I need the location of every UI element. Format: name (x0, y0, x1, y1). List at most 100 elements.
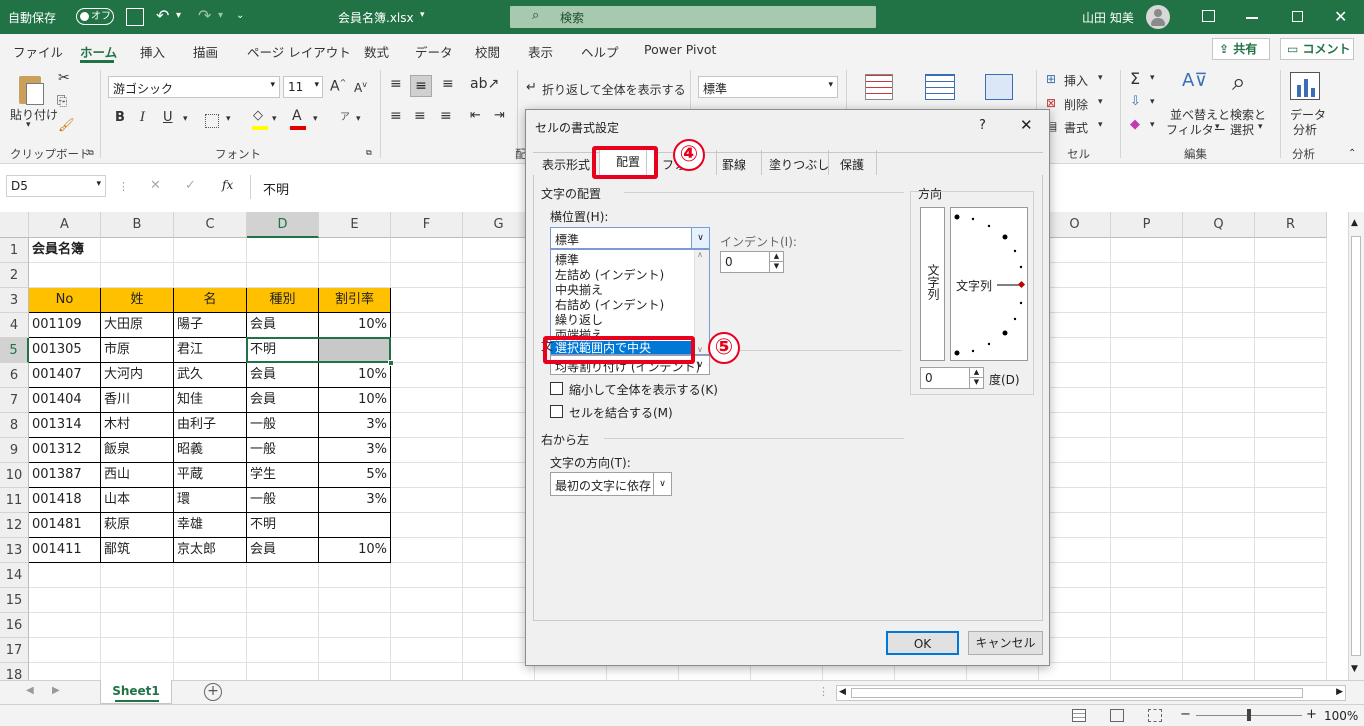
table-cell[interactable]: 京太郎 (174, 538, 247, 563)
insert-function-icon[interactable]: fx (222, 178, 233, 192)
cell[interactable] (247, 263, 319, 288)
paste-label[interactable]: 貼り付け (10, 106, 58, 123)
dialog-help-button[interactable]: ? (979, 118, 986, 133)
cell[interactable] (101, 563, 174, 588)
cell[interactable] (391, 463, 463, 488)
fill-handle[interactable] (388, 360, 394, 366)
cell-styles-icon[interactable] (985, 74, 1013, 100)
borders-dropdown-icon[interactable]: ▾ (226, 114, 231, 124)
tab-data[interactable]: データ (415, 42, 453, 61)
cell[interactable] (1255, 313, 1327, 338)
cell[interactable] (29, 563, 101, 588)
cell[interactable] (391, 388, 463, 413)
table-cell[interactable]: 大河内 (101, 363, 174, 388)
spin-up-icon[interactable]: ▲ (969, 368, 983, 378)
cell[interactable] (1111, 413, 1183, 438)
cell[interactable] (1111, 588, 1183, 613)
bold-icon[interactable]: B (115, 110, 125, 125)
find-select-icon[interactable]: ⌕ (1232, 68, 1245, 96)
phonetic-dropdown-icon[interactable]: ▾ (356, 114, 361, 124)
align-left-icon[interactable]: ≡ (390, 108, 402, 124)
ok-button[interactable]: OK (886, 631, 959, 655)
cell[interactable] (391, 563, 463, 588)
cancel-entry-icon[interactable]: ✕ (150, 178, 161, 193)
ribbon-display-icon[interactable] (1202, 10, 1215, 22)
save-icon[interactable] (126, 8, 144, 26)
scroll-right-icon[interactable]: ▶ (1336, 687, 1343, 697)
autosum-dropdown-icon[interactable]: ▾ (1150, 73, 1155, 83)
cell[interactable] (1255, 463, 1327, 488)
column-header[interactable]: C (174, 212, 247, 238)
tab-draw[interactable]: 描画 (193, 42, 218, 61)
column-header[interactable]: B (101, 212, 174, 238)
cell[interactable] (174, 588, 247, 613)
cell[interactable] (174, 263, 247, 288)
minimize-icon[interactable] (1246, 17, 1258, 19)
tab-page-layout[interactable]: ページ レイアウト (247, 42, 351, 61)
find-select-dropdown-icon[interactable]: ▾ (1258, 122, 1263, 132)
cell[interactable] (391, 238, 463, 263)
format-painter-icon[interactable]: 🖌 (58, 118, 75, 133)
select-all-corner[interactable] (0, 212, 29, 238)
cell[interactable] (1255, 613, 1327, 638)
spin-down-icon[interactable]: ▼ (769, 262, 783, 272)
tab-split-icon[interactable]: ⋮ (818, 685, 829, 698)
table-cell[interactable]: 香川 (101, 388, 174, 413)
zoom-in-icon[interactable]: + (1306, 707, 1317, 722)
cell[interactable] (101, 238, 174, 263)
cell[interactable] (1111, 388, 1183, 413)
cell[interactable] (391, 263, 463, 288)
row-header[interactable]: 10 (0, 463, 29, 488)
merge-cells-label[interactable]: セルを結合する(M) (569, 404, 673, 421)
cell[interactable] (101, 638, 174, 663)
cell[interactable] (319, 588, 391, 613)
cell[interactable] (1183, 513, 1255, 538)
cell[interactable] (247, 563, 319, 588)
scroll-thumb[interactable] (851, 688, 1303, 698)
cell[interactable] (391, 313, 463, 338)
name-box[interactable]: D5 ▾ (6, 175, 106, 197)
cell[interactable] (1183, 538, 1255, 563)
insert-dropdown-icon[interactable]: ▾ (1098, 73, 1103, 83)
align-top-icon[interactable]: ≡ (390, 76, 402, 92)
table-cell[interactable]: 平蔵 (174, 463, 247, 488)
sheet-tab-sheet1[interactable]: Sheet1 (100, 680, 172, 704)
insert-cells-icon[interactable]: ⊞ (1046, 72, 1056, 86)
column-header[interactable]: Q (1183, 212, 1255, 238)
table-cell[interactable]: 001481 (29, 513, 101, 538)
prev-sheet-icon[interactable]: ◀ (26, 685, 34, 696)
table-cell[interactable]: 001312 (29, 438, 101, 463)
column-header[interactable]: P (1111, 212, 1183, 238)
clear-dropdown-icon[interactable]: ▾ (1150, 120, 1155, 130)
cell[interactable] (1111, 288, 1183, 313)
cell[interactable] (101, 613, 174, 638)
table-cell[interactable]: 幸雄 (174, 513, 247, 538)
table-cell[interactable]: 山本 (101, 488, 174, 513)
cell[interactable] (1183, 313, 1255, 338)
autosum-icon[interactable]: Σ (1130, 69, 1140, 88)
tab-view[interactable]: 表示 (528, 42, 553, 61)
share-button[interactable]: ⇪ 共有 (1212, 38, 1270, 60)
column-header[interactable]: D (247, 212, 319, 238)
cell[interactable] (1111, 263, 1183, 288)
cut-icon[interactable]: ✂ (58, 70, 70, 86)
data-analysis-icon[interactable] (1290, 72, 1320, 100)
cell[interactable] (391, 613, 463, 638)
number-format-select[interactable]: 標準 ▾ (698, 76, 838, 98)
decrease-font-icon[interactable]: Av (354, 80, 367, 95)
cell[interactable] (391, 288, 463, 313)
page-break-view-icon[interactable] (1148, 709, 1162, 722)
row-header[interactable]: 14 (0, 563, 29, 588)
cell[interactable] (1111, 313, 1183, 338)
cell[interactable] (391, 513, 463, 538)
borders-icon[interactable] (205, 114, 219, 128)
table-cell[interactable]: 西山 (101, 463, 174, 488)
table-cell[interactable]: 学生 (247, 463, 319, 488)
row-header[interactable]: 12 (0, 513, 29, 538)
autosave-toggle[interactable]: オフ (76, 8, 114, 25)
indent-spinner[interactable]: 0 ▲ ▼ (720, 251, 784, 273)
cell[interactable] (1111, 338, 1183, 363)
table-header-cell[interactable]: 名 (174, 288, 247, 313)
table-header-cell[interactable]: 姓 (101, 288, 174, 313)
table-cell[interactable]: 001305 (29, 338, 101, 363)
